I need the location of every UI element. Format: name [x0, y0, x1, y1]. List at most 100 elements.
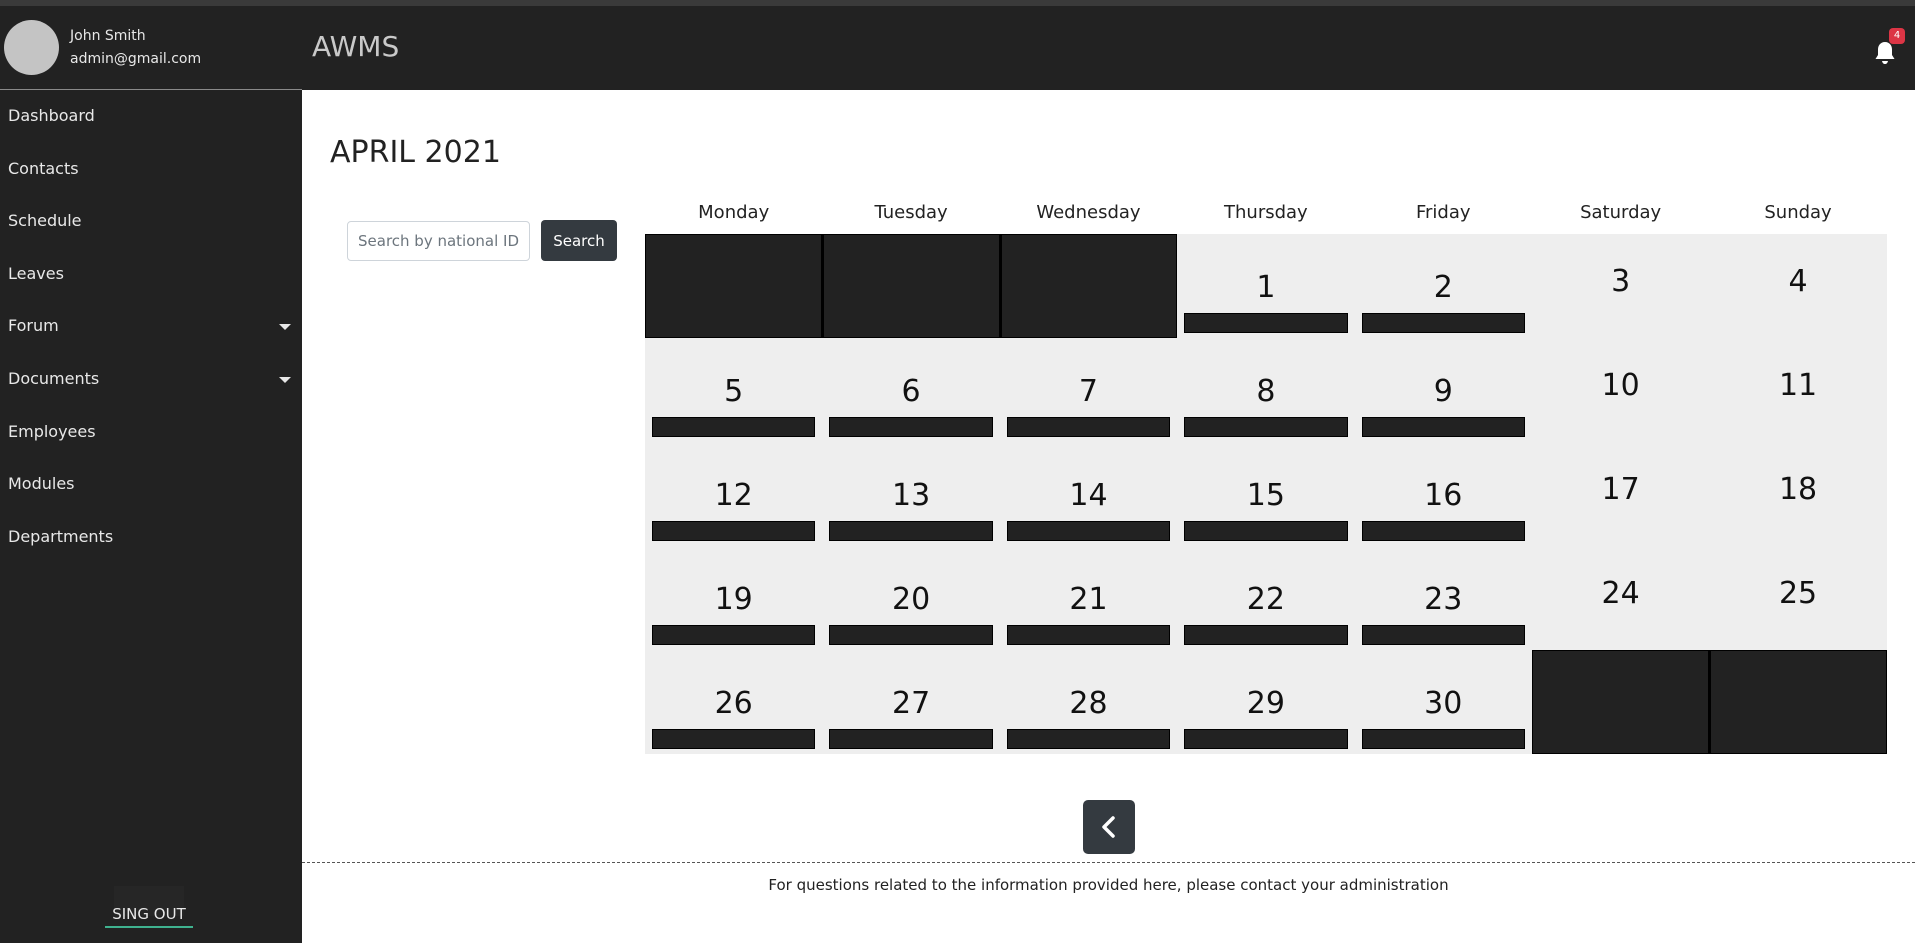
day-cell[interactable]: 24	[1531, 546, 1710, 650]
day-cell[interactable]: 4	[1709, 234, 1887, 338]
day-cell[interactable]: 21	[999, 546, 1178, 650]
day-number: 27	[891, 686, 931, 721]
day-cell[interactable]: 10	[1531, 338, 1710, 442]
day-number: 24	[1601, 576, 1640, 611]
day-number: 22	[1246, 582, 1285, 617]
sidebar-item-dashboard[interactable]: Dashboard	[0, 90, 302, 143]
day-shift-bar[interactable]	[1184, 729, 1348, 749]
sidebar-item-label: Dashboard	[8, 106, 95, 125]
day-shift-bar[interactable]	[652, 521, 816, 541]
day-cell[interactable]: 30	[1354, 650, 1532, 754]
empty-day-cell	[1709, 650, 1887, 754]
footer-text: For questions related to the information…	[768, 876, 1449, 894]
day-shift-bar[interactable]	[1361, 417, 1525, 437]
weekday-label: Monday	[698, 202, 770, 223]
day-cell[interactable]: 20	[822, 546, 1000, 650]
day-cell[interactable]: 5	[645, 338, 823, 442]
day-cell[interactable]: 6	[822, 338, 1000, 442]
sidebar-item-documents[interactable]: Documents	[0, 353, 302, 406]
day-cell[interactable]: 26	[645, 650, 823, 754]
day-cell[interactable]: 28	[999, 650, 1178, 754]
sidebar-item-label: Contacts	[8, 158, 79, 178]
day-number: 12	[714, 478, 753, 513]
sidebar-item-departments[interactable]: Departments	[0, 511, 302, 564]
day-number: 25	[1778, 576, 1818, 611]
day-cell[interactable]: 18	[1709, 442, 1887, 546]
day-shift-bar[interactable]	[1184, 625, 1348, 645]
sidebar-item-schedule[interactable]: Schedule	[0, 195, 302, 248]
day-cell[interactable]: 27	[822, 650, 1000, 754]
day-cell[interactable]: 9	[1354, 338, 1532, 442]
day-shift-bar[interactable]	[829, 729, 993, 749]
sidebar-item-forum[interactable]: Forum	[0, 300, 302, 353]
day-shift-bar[interactable]	[1361, 521, 1525, 541]
sidebar-nav: Dashboard Contacts Schedule Leaves Forum Docu…	[0, 90, 302, 563]
caret-down-icon	[279, 376, 291, 383]
day-number: 26	[714, 686, 753, 721]
day-shift-bar[interactable]	[1006, 521, 1171, 541]
day-cell[interactable]: 17	[1531, 442, 1710, 546]
day-cell[interactable]: 19	[645, 546, 823, 650]
day-shift-bar[interactable]	[1006, 625, 1171, 645]
day-number: 20	[891, 582, 931, 617]
day-cell[interactable]: 3	[1531, 234, 1710, 338]
day-cell[interactable]: 8	[1177, 338, 1355, 442]
weekday-label: Thursday	[1224, 202, 1308, 223]
day-shift-bar[interactable]	[652, 417, 816, 437]
day-cell[interactable]: 14	[999, 442, 1178, 546]
day-shift-bar[interactable]	[1184, 417, 1348, 437]
day-shift-bar[interactable]	[1361, 313, 1525, 333]
day-number: 29	[1246, 686, 1285, 721]
day-cell[interactable]: 11	[1709, 338, 1887, 442]
day-shift-bar[interactable]	[829, 521, 993, 541]
day-cell[interactable]: 29	[1177, 650, 1355, 754]
day-cell[interactable]: 15	[1177, 442, 1355, 546]
day-cell[interactable]: 12	[645, 442, 823, 546]
month-title: APRIL 2021	[330, 135, 501, 170]
day-cell[interactable]: 1	[1177, 234, 1355, 338]
sidebar-item-leaves[interactable]: Leaves	[0, 248, 302, 301]
sidebar-item-contacts[interactable]: Contacts	[0, 143, 302, 196]
day-shift-bar[interactable]	[1006, 729, 1171, 749]
day-number: 9	[1433, 374, 1453, 409]
day-cell[interactable]: 13	[822, 442, 1000, 546]
empty-day-cell	[645, 234, 823, 338]
day-number: 13	[891, 478, 931, 513]
day-shift-bar[interactable]	[1184, 313, 1348, 333]
day-shift-bar[interactable]	[829, 417, 993, 437]
sidebar-item-employees[interactable]: Employees	[0, 406, 302, 459]
sidebar-item-label: Modules	[8, 474, 75, 494]
search-button[interactable]: Search	[541, 220, 617, 261]
day-shift-bar[interactable]	[829, 625, 993, 645]
search-input[interactable]	[347, 221, 530, 261]
calendar-week: 26 27 28 29 30	[645, 650, 1887, 754]
day-number: 16	[1424, 478, 1463, 513]
notification-badge: 4	[1889, 28, 1905, 44]
day-cell[interactable]: 2	[1354, 234, 1532, 338]
sidebar-item-modules[interactable]: Modules	[0, 458, 302, 511]
day-cell[interactable]: 7	[999, 338, 1178, 442]
day-shift-bar[interactable]	[1184, 521, 1348, 541]
calendar-week: 5 6 7 8 9 10 11	[645, 338, 1887, 442]
day-shift-bar[interactable]	[1006, 417, 1171, 437]
calendar-weeks: 1 2 3 4 5 6 7 8 9 10 11 12 13 14 15 16 17 18 19 20 21 22 23 24 2…	[645, 234, 1887, 754]
day-shift-bar[interactable]	[652, 729, 816, 749]
previous-month-button[interactable]	[1083, 800, 1135, 854]
day-number: 7	[1078, 374, 1099, 409]
signout-button[interactable]: SING OUT	[105, 904, 193, 928]
footer-divider	[302, 862, 1915, 863]
calendar-week: 1 2 3 4	[645, 234, 1887, 338]
day-number: 23	[1424, 582, 1463, 617]
day-cell[interactable]: 23	[1354, 546, 1532, 650]
day-shift-bar[interactable]	[652, 625, 816, 645]
empty-day-cell	[999, 234, 1178, 338]
day-cell[interactable]: 25	[1709, 546, 1887, 650]
day-cell[interactable]: 16	[1354, 442, 1532, 546]
day-shift-bar[interactable]	[1361, 625, 1525, 645]
day-shift-bar[interactable]	[1361, 729, 1525, 749]
sidebar-item-label: Forum	[8, 316, 59, 336]
day-number: 28	[1069, 686, 1108, 721]
sidebar-item-label: Departments	[8, 526, 114, 546]
day-cell[interactable]: 22	[1177, 546, 1355, 650]
day-number: 8	[1256, 374, 1276, 409]
